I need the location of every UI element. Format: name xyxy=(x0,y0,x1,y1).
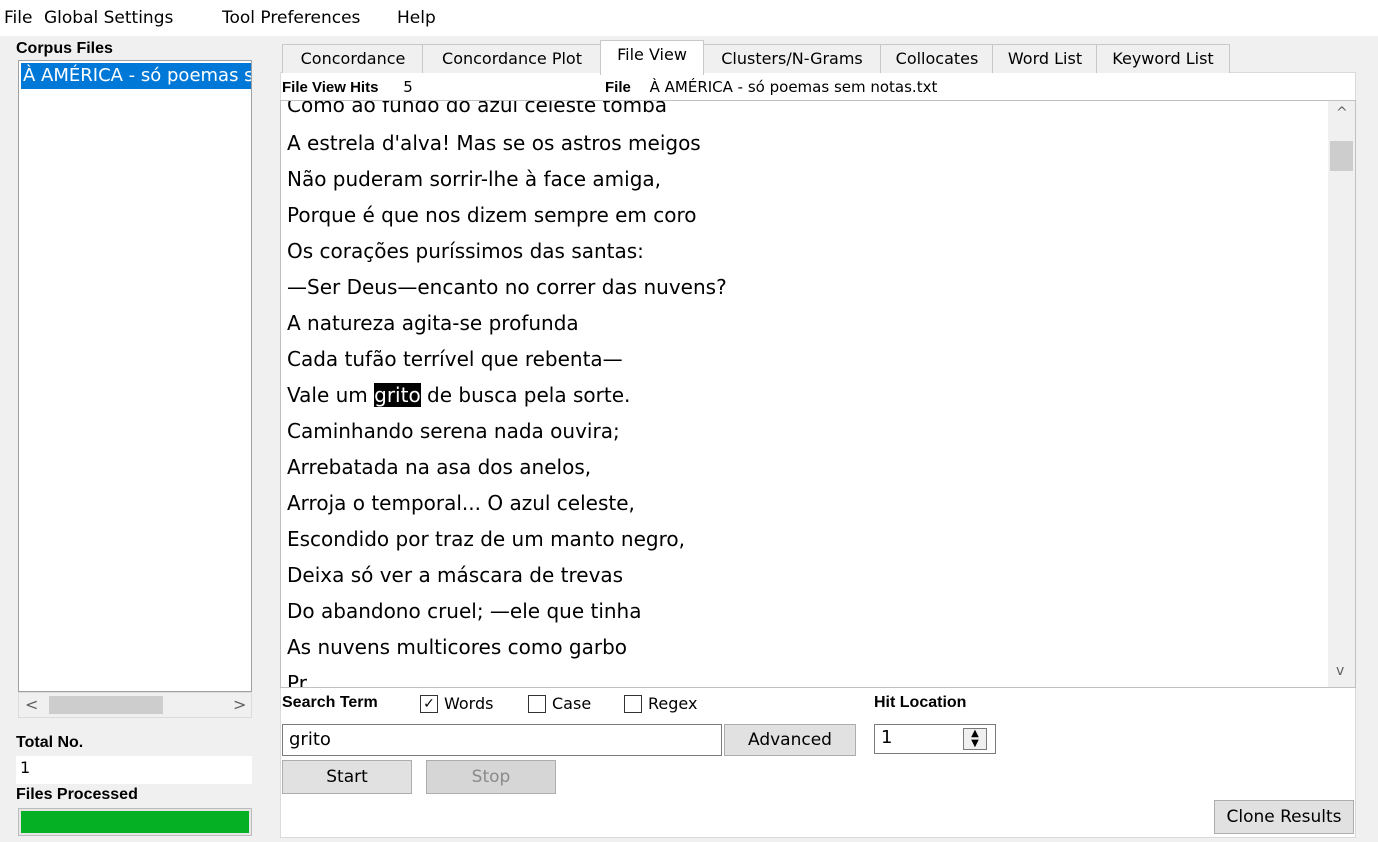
text-line: Escondido por traz de um manto negro, xyxy=(287,527,685,551)
total-label: Total No. xyxy=(16,734,84,751)
menu-file[interactable]: File xyxy=(4,8,32,28)
hit-line-after: de busca pela sorte. xyxy=(420,383,631,407)
scroll-right-icon[interactable]: > xyxy=(233,695,246,714)
scroll-thumb[interactable] xyxy=(1330,141,1353,171)
file-view-hits-header: File View Hits 5 xyxy=(282,78,413,98)
menu-tool-preferences[interactable]: Tool Preferences xyxy=(222,8,360,28)
file-view-hits-label: File View Hits xyxy=(282,79,379,96)
text-line: Pr... ... ... ... ... ... ... xyxy=(287,671,477,688)
text-line: Não puderam sorrir-lhe à face amiga, xyxy=(287,167,662,191)
check-icon: ✓ xyxy=(423,696,435,712)
corpus-files-label: Corpus Files xyxy=(16,40,113,57)
regex-label: Regex xyxy=(648,694,698,713)
search-term-label: Search Term xyxy=(282,694,378,711)
files-processed-label: Files Processed xyxy=(16,786,138,803)
text-line: Como ao fundo do azul celeste tomba xyxy=(287,100,668,117)
hit-highlight: grito xyxy=(374,383,421,407)
scroll-left-icon[interactable]: < xyxy=(25,695,38,714)
menu-bar: File Global Settings Tool Preferences He… xyxy=(0,0,1378,36)
hit-line-before: Vale um xyxy=(287,383,375,407)
progress-fill xyxy=(21,811,249,833)
scroll-down-icon[interactable]: v xyxy=(1336,663,1344,679)
file-name-header: File À AMÉRICA - só poemas sem notas.txt xyxy=(605,78,937,98)
hit-location-label: Hit Location xyxy=(874,694,967,711)
stop-button[interactable]: Stop xyxy=(426,760,556,794)
file-text-area[interactable]: Como ao fundo do azul celeste tomba A es… xyxy=(280,100,1356,688)
case-label: Case xyxy=(552,694,592,713)
text-line: Deixa só ver a máscara de trevas xyxy=(287,563,624,587)
tab-word-list[interactable]: Word List xyxy=(992,44,1098,73)
menu-help[interactable]: Help xyxy=(397,8,436,28)
scroll-up-icon[interactable]: ^ xyxy=(1336,105,1348,121)
words-label: Words xyxy=(444,694,494,713)
spinner-arrows-icon[interactable]: ▲ ▼ xyxy=(963,728,987,750)
menu-global-settings[interactable]: Global Settings xyxy=(44,8,173,28)
files-processed-progress-bar xyxy=(18,808,252,836)
tab-concordance[interactable]: Concordance xyxy=(282,44,424,73)
corpus-horizontal-scrollbar[interactable]: < > xyxy=(18,692,252,718)
start-button[interactable]: Start xyxy=(282,760,412,794)
text-line: Porque é que nos dizem sempre em coro xyxy=(287,203,697,227)
tab-keyword-list[interactable]: Keyword List xyxy=(1096,44,1230,73)
text-vertical-scrollbar[interactable]: ^ v xyxy=(1328,101,1355,687)
hit-text-line: Vale um grito de busca pela sorte. xyxy=(287,383,630,407)
search-term-input[interactable]: grito xyxy=(282,724,722,756)
file-label: File xyxy=(605,79,631,96)
tab-concordance-plot[interactable]: Concordance Plot xyxy=(422,44,602,73)
scroll-thumb[interactable] xyxy=(49,696,163,714)
clone-results-button[interactable]: Clone Results xyxy=(1214,800,1354,834)
text-line: Arroja o temporal... O azul celeste, xyxy=(287,491,635,515)
text-line: Cada tufão terrível que rebenta— xyxy=(287,347,623,371)
file-name-value: À AMÉRICA - só poemas sem notas.txt xyxy=(649,78,938,96)
text-line: —Ser Deus—encanto no correr das nuvens? xyxy=(287,275,727,299)
text-line: Arrebatada na asa dos anelos, xyxy=(287,455,592,479)
case-checkbox[interactable] xyxy=(528,695,546,713)
corpus-file-list[interactable]: À AMÉRICA - só poemas sem notas.txt xyxy=(18,60,252,692)
hit-location-value: 1 xyxy=(881,727,893,748)
total-value: 1 xyxy=(16,756,252,784)
words-checkbox[interactable]: ✓ xyxy=(420,695,438,713)
regex-checkbox[interactable] xyxy=(624,695,642,713)
text-line: Caminhando serena nada ouvira; xyxy=(287,419,620,443)
text-line: Os corações puríssimos das santas: xyxy=(287,239,644,263)
text-line: Do abandono cruel; —ele que tinha xyxy=(287,599,642,623)
tab-collocates[interactable]: Collocates xyxy=(880,44,994,73)
text-line: As nuvens multicores como garbo xyxy=(287,635,628,659)
tab-clusters-ngrams[interactable]: Clusters/N-Grams xyxy=(702,44,882,73)
tab-strip: Concordance Concordance Plot File View C… xyxy=(282,40,1232,75)
file-view-hits-value: 5 xyxy=(403,78,413,96)
text-line: A natureza agita-se profunda xyxy=(287,311,579,335)
corpus-file-item[interactable]: À AMÉRICA - só poemas sem notas.txt xyxy=(21,63,251,89)
hit-location-spinner[interactable]: 1 ▲ ▼ xyxy=(874,724,996,754)
text-line: A estrela d'alva! Mas se os astros meigo… xyxy=(287,131,701,155)
advanced-button[interactable]: Advanced xyxy=(724,724,856,756)
tab-file-view[interactable]: File View xyxy=(600,40,704,75)
